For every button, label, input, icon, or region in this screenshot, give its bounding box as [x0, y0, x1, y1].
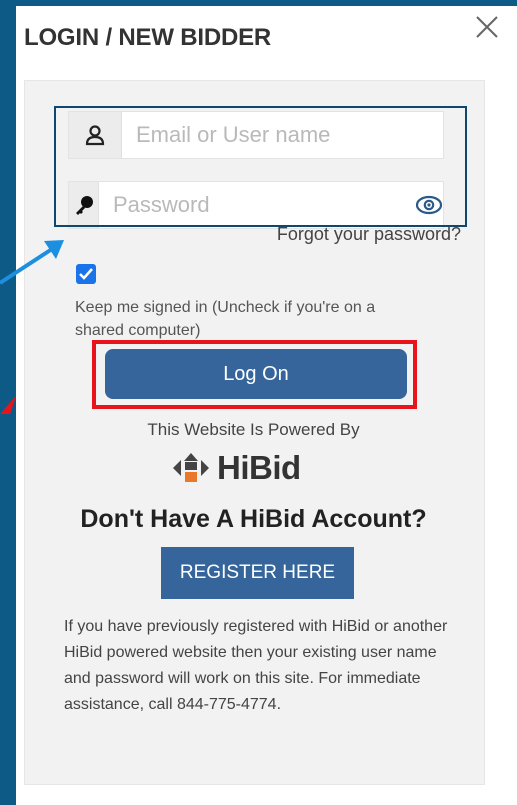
annotation-arrow-red [0, 396, 16, 414]
register-heading: Don't Have A HiBid Account? [80, 505, 427, 533]
log-on-button[interactable]: Log On [105, 349, 407, 399]
annotation-arrow-blue [0, 240, 64, 285]
modal-title: LOGIN / NEW BIDDER [24, 24, 272, 51]
check-icon [79, 268, 93, 280]
hibid-wordmark: HiBid [217, 449, 301, 486]
close-icon[interactable] [474, 14, 500, 40]
register-button[interactable]: REGISTER HERE [161, 547, 354, 599]
keep-signed-in-checkbox[interactable] [76, 264, 96, 284]
credentials-highlight-box [54, 106, 467, 227]
register-info-text: If you have previously registered with H… [64, 618, 448, 713]
hibid-logo-icon [173, 453, 209, 482]
hibid-logo: HiBid [171, 448, 341, 488]
powered-by-text: This Website Is Powered By [147, 420, 360, 439]
forgot-password-link[interactable]: Forgot your password? [277, 224, 461, 245]
keep-signed-in-label: Keep me signed in (Uncheck if you're on … [75, 299, 376, 339]
